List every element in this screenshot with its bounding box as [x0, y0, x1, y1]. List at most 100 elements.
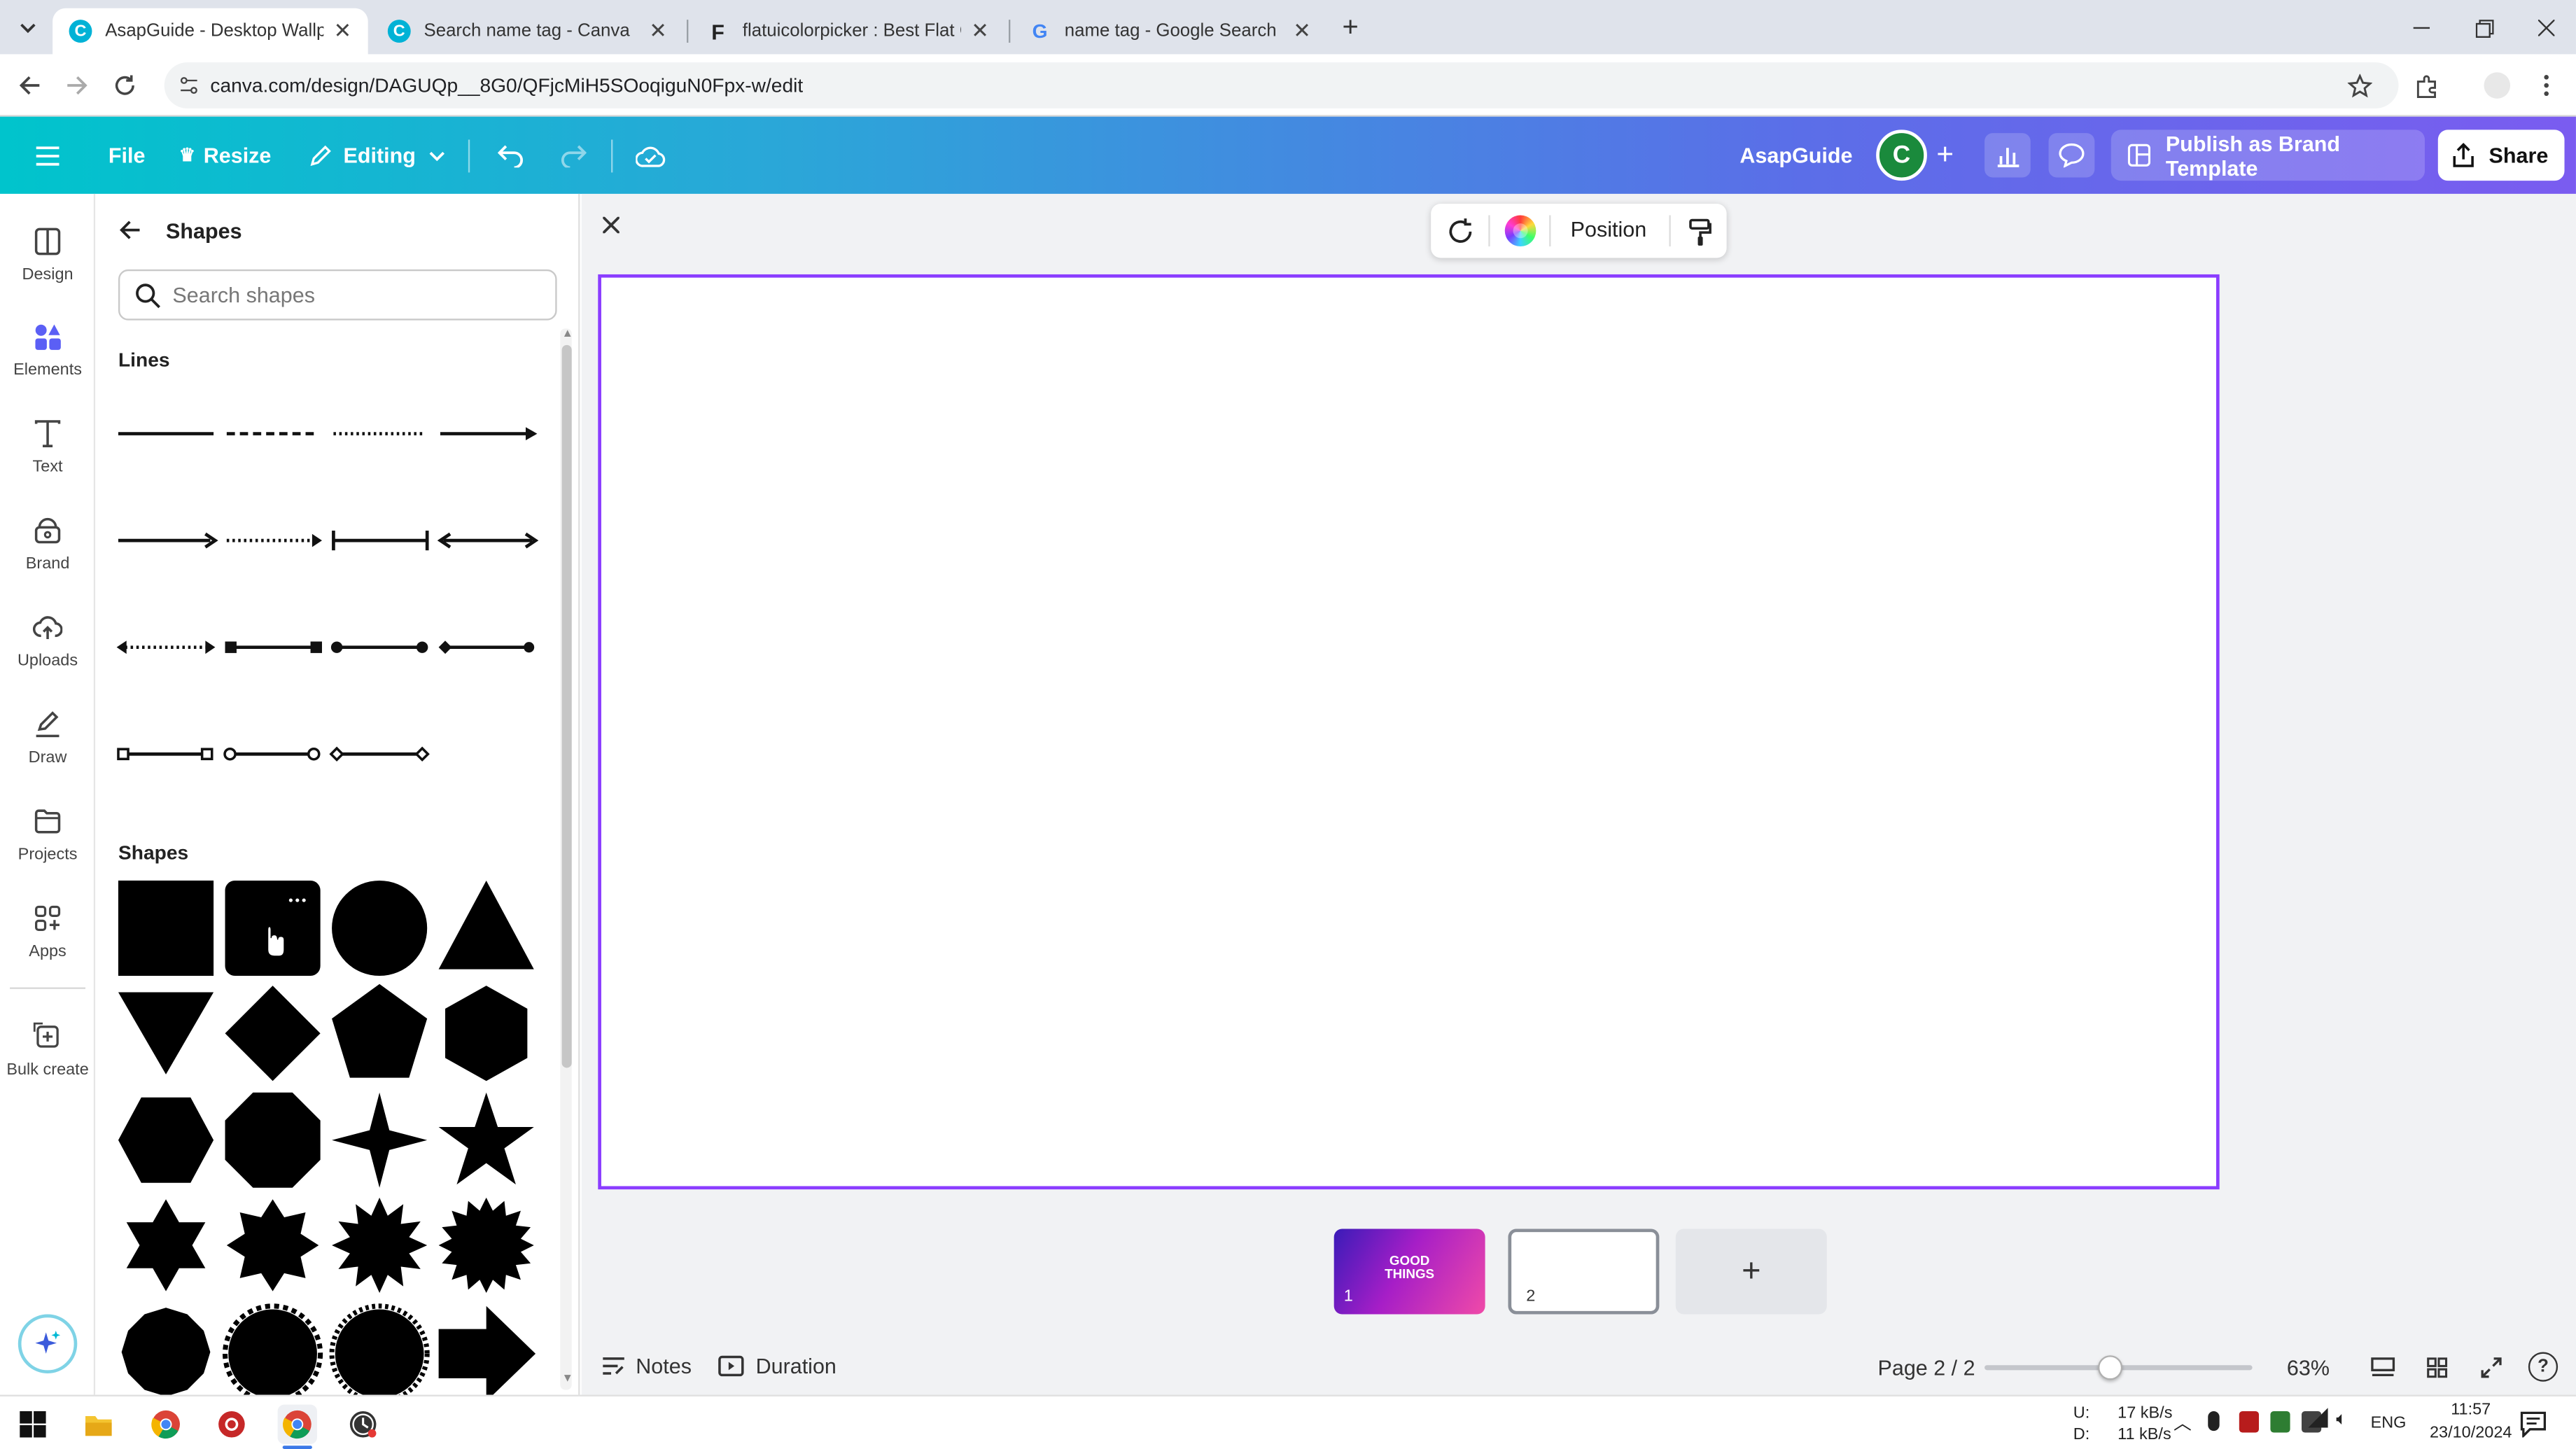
rail-item-text[interactable]: Text	[0, 416, 95, 498]
rail-item-uploads[interactable]: Uploads	[0, 610, 95, 692]
shape-rounded-square[interactable]	[225, 880, 321, 976]
resize-button[interactable]: ♛ Resize	[179, 133, 272, 177]
search-shapes-input[interactable]: Search shapes	[118, 269, 557, 321]
editing-mode-button[interactable]: Editing	[309, 133, 445, 177]
rail-item-draw[interactable]: Draw	[0, 706, 95, 788]
file-menu-button[interactable]: File	[108, 133, 146, 177]
profile-avatar[interactable]	[2484, 72, 2511, 99]
browser-menu-button[interactable]	[2528, 67, 2565, 104]
browser-tab-google[interactable]: G name tag - Google Search ✕	[1012, 8, 1328, 55]
line-arrow[interactable]	[440, 427, 538, 440]
shape-diamond[interactable]	[225, 986, 321, 1082]
shape-six-point-star[interactable]	[126, 1199, 206, 1292]
shape-arrow-right[interactable]	[438, 1306, 536, 1395]
back-button[interactable]	[11, 67, 48, 104]
design-page[interactable]	[598, 274, 2220, 1190]
line-square-ends[interactable]	[225, 641, 322, 653]
help-button[interactable]: ?	[2528, 1352, 2558, 1382]
reload-button[interactable]	[107, 67, 144, 104]
redo-button[interactable]	[550, 133, 596, 177]
fullscreen-button[interactable]	[2476, 1354, 2505, 1380]
line-arrow-open[interactable]	[118, 532, 218, 549]
close-tab-icon[interactable]: ✕	[971, 18, 989, 45]
notes-button[interactable]: Notes	[601, 1354, 692, 1378]
shape-square[interactable]	[118, 880, 214, 976]
shape-twelve-point-star[interactable]	[332, 1197, 428, 1294]
tray-app-red-icon[interactable]	[2239, 1410, 2259, 1433]
new-tab-button[interactable]: +	[1334, 11, 1367, 44]
shape-scalloped-circle[interactable]	[329, 1303, 430, 1395]
rail-item-elements[interactable]: Elements	[0, 318, 95, 400]
copy-style-button[interactable]	[1682, 214, 1718, 250]
shape-triangle[interactable]	[438, 880, 534, 969]
line-open-circle-ends[interactable]	[223, 747, 321, 761]
url-field[interactable]: canva.com/design/DAGUQp__8G0/QFjcMiH5SOo…	[164, 62, 2399, 108]
line-open-square-ends[interactable]	[117, 748, 214, 761]
taskbar-chrome-active[interactable]	[277, 1404, 317, 1444]
position-button[interactable]: Position	[1571, 217, 1647, 241]
magic-switch-button[interactable]	[1441, 212, 1480, 251]
shape-octagon[interactable]	[225, 1092, 321, 1188]
microphone-icon[interactable]	[2208, 1410, 2220, 1432]
panel-back-button[interactable]	[118, 215, 151, 244]
line-double-arrow[interactable]	[437, 532, 539, 549]
rail-item-brand[interactable]: Brand	[0, 512, 95, 594]
shape-decagon-badge[interactable]	[121, 1308, 211, 1395]
rail-item-projects[interactable]: Projects	[0, 804, 95, 886]
close-window-button[interactable]	[2516, 10, 2575, 46]
shape-hexagon-horizontal[interactable]	[118, 1097, 214, 1183]
forward-button[interactable]	[59, 67, 95, 104]
share-button[interactable]: Share	[2437, 130, 2565, 181]
line-open-diamond-ends[interactable]	[329, 746, 430, 762]
minimize-window-button[interactable]	[2392, 10, 2451, 46]
page-thumbnail-1[interactable]: GOOD THINGS 1	[1334, 1228, 1485, 1315]
browser-tab-asapguide[interactable]: C AsapGuide - Desktop Wallpaper ✕	[52, 8, 368, 55]
publish-brand-template-button[interactable]: Publish as Brand Template	[2110, 130, 2426, 181]
taskbar-chrome[interactable]	[146, 1405, 186, 1444]
tab-list-dropdown[interactable]	[13, 13, 43, 43]
main-menu-button[interactable]	[24, 133, 71, 177]
browser-tab-flatuicolorpicker[interactable]: F flatuicolorpicker : Best Flat Colo ✕	[690, 8, 1006, 55]
start-button[interactable]	[13, 1405, 52, 1444]
add-collaborator-button[interactable]: +	[1922, 133, 1968, 177]
rail-item-apps[interactable]: Apps	[0, 900, 95, 982]
page-thumbnail-2[interactable]: 2	[1508, 1228, 1660, 1315]
shape-inverted-triangle[interactable]	[118, 992, 214, 1074]
volume-icon[interactable]: 🔈︎	[2336, 1410, 2347, 1432]
wifi-icon[interactable]	[2306, 1408, 2330, 1439]
line-diamond-ends[interactable]	[438, 640, 535, 654]
taskbar-clock-app[interactable]	[344, 1405, 383, 1444]
save-status-button[interactable]	[628, 133, 674, 177]
tray-app-green-icon[interactable]	[2270, 1410, 2290, 1433]
notifications-button[interactable]	[2514, 1405, 2553, 1444]
pages-view-button[interactable]	[2367, 1354, 2397, 1380]
line-circle-ends[interactable]	[330, 641, 428, 653]
shape-burst-star[interactable]	[438, 1197, 534, 1294]
extensions-button[interactable]	[2409, 67, 2445, 104]
avatar[interactable]: C	[1876, 130, 1927, 181]
language-indicator[interactable]: ENG	[2371, 1415, 2407, 1433]
add-page-button[interactable]: +	[1675, 1228, 1827, 1315]
insights-button[interactable]	[1984, 133, 2031, 178]
shape-four-point-star[interactable]	[332, 1092, 428, 1188]
line-bar-ends[interactable]	[332, 531, 429, 551]
browser-tab-canva-search[interactable]: C Search name tag - Canva ✕	[371, 8, 683, 55]
team-name[interactable]: AsapGuide	[1740, 133, 1852, 177]
duration-button[interactable]: Duration	[718, 1354, 836, 1378]
shape-circle[interactable]	[332, 880, 428, 976]
shape-hexagon[interactable]	[445, 986, 528, 1082]
shape-star[interactable]	[438, 1092, 534, 1185]
page-indicator[interactable]: Page 2 / 2	[1878, 1355, 1975, 1380]
grid-view-button[interactable]	[2421, 1354, 2451, 1380]
rail-item-design[interactable]: Design	[0, 223, 95, 305]
zoom-slider-knob[interactable]	[2098, 1355, 2123, 1380]
clock-time[interactable]: 11:57	[2438, 1401, 2504, 1420]
line-dotted-arrow[interactable]	[226, 533, 322, 547]
zoom-percentage[interactable]: 63%	[2287, 1355, 2330, 1380]
magic-assistant-button[interactable]	[18, 1314, 78, 1374]
undo-button[interactable]	[488, 133, 534, 177]
close-tab-icon[interactable]: ✕	[1293, 18, 1311, 45]
chevron-up-icon[interactable]: ︿	[2174, 1410, 2192, 1436]
scroll-down-icon[interactable]: ▼	[562, 1373, 573, 1385]
close-panel-button[interactable]	[593, 207, 629, 244]
